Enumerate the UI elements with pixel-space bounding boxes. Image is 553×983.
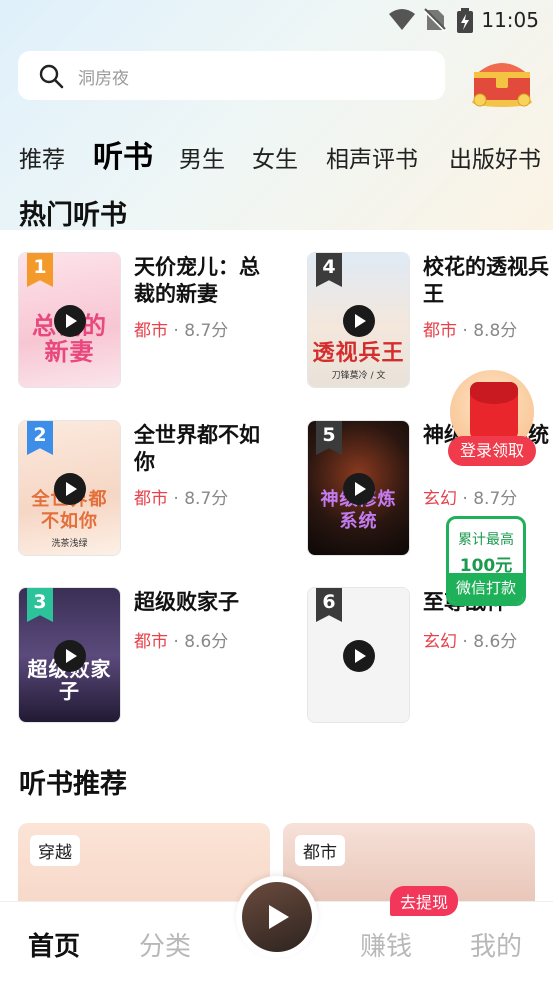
- book-title: 校花的透视兵王: [423, 255, 549, 306]
- status-time: 11:05: [481, 8, 539, 32]
- recommend-card[interactable]: 穿越: [18, 823, 270, 913]
- book-score: 8.6分: [184, 632, 229, 652]
- category-tabs: 推荐 听书 男生 女生 相声评书 出版好书: [0, 130, 553, 180]
- book-cover[interactable]: 神级修炼系统 5: [307, 420, 410, 556]
- book-meta: 都市 · 8.7分: [134, 316, 228, 341]
- nav-earn[interactable]: 赚钱: [360, 926, 412, 963]
- book-genre: 玄幻: [423, 632, 457, 652]
- book-cover[interactable]: 总裁的新妻 1: [18, 252, 121, 388]
- book-genre: 都市: [134, 489, 168, 509]
- player-cover: [242, 882, 312, 952]
- meta-separator: ·: [462, 321, 468, 341]
- search-icon: [39, 64, 64, 89]
- withdraw-badge[interactable]: 去提现: [390, 886, 459, 916]
- book-item[interactable]: 全世界都不如你 洗茶浅绿 2 全世界都不如你 都市 · 8.7分: [18, 420, 278, 560]
- nav-player-button[interactable]: [236, 876, 318, 958]
- tab-published[interactable]: 出版好书: [449, 140, 541, 174]
- recommend-tag: 穿越: [30, 835, 80, 866]
- book-genre: 都市: [423, 321, 457, 341]
- play-icon[interactable]: [343, 305, 375, 337]
- nav-home[interactable]: 首页: [28, 926, 80, 963]
- tab-male[interactable]: 男生: [179, 140, 225, 174]
- book-meta: 都市 · 8.7分: [134, 484, 228, 509]
- book-score: 8.7分: [184, 489, 229, 509]
- book-genre: 都市: [134, 321, 168, 341]
- login-reward-label[interactable]: 登录领取: [448, 436, 536, 466]
- section-title-hot: 热门听书: [19, 200, 127, 231]
- recommend-tag: 都市: [295, 835, 345, 866]
- no-sim-icon: [424, 8, 446, 32]
- wechat-payout-float[interactable]: 累计最高 100元 微信打款: [446, 516, 526, 606]
- wifi-icon: [389, 9, 415, 30]
- play-icon[interactable]: [54, 640, 86, 672]
- book-title: 天价宠儿：总裁的新妻: [134, 255, 260, 306]
- bottom-nav: 首页 分类 赚钱 我的 去提现: [0, 876, 553, 983]
- book-title: 超级败家子: [134, 590, 239, 614]
- book-item[interactable]: 6 至尊战神 玄幻 · 8.6分: [307, 587, 553, 727]
- payout-caption: 累计最高: [458, 532, 514, 548]
- book-meta: 都市 · 8.6分: [134, 627, 228, 652]
- play-icon: [269, 905, 289, 929]
- meta-separator: ·: [173, 632, 179, 652]
- cover-author: 刀锋莫冷 / 文: [331, 371, 386, 381]
- tab-audiobook[interactable]: 听书: [93, 132, 153, 176]
- section-title-recommend: 听书推荐: [19, 769, 127, 800]
- book-score: 8.7分: [473, 489, 518, 509]
- book-cover[interactable]: 超级败家子 3: [18, 587, 121, 723]
- meta-separator: ·: [462, 632, 468, 652]
- book-item[interactable]: 总裁的新妻 1 天价宠儿：总裁的新妻 都市 · 8.7分: [18, 252, 278, 392]
- meta-separator: ·: [462, 489, 468, 509]
- search-placeholder: 洞房夜: [78, 69, 129, 89]
- wechat-payout-button[interactable]: 微信打款: [449, 573, 523, 603]
- book-meta: 都市 · 8.8分: [423, 316, 517, 341]
- book-score: 8.7分: [184, 321, 229, 341]
- search-input[interactable]: 洞房夜: [18, 51, 445, 100]
- book-title: 全世界都不如你: [134, 423, 260, 474]
- tab-recommend[interactable]: 推荐: [19, 140, 65, 174]
- book-meta: 玄幻 · 8.7分: [423, 484, 517, 509]
- cover-title: 透视兵王: [312, 341, 405, 366]
- nav-mine[interactable]: 我的: [470, 926, 522, 963]
- battery-charging-icon: [457, 8, 473, 33]
- treasure-chest-icon[interactable]: [468, 50, 536, 108]
- book-cover[interactable]: 全世界都不如你 洗茶浅绿 2: [18, 420, 121, 556]
- play-icon[interactable]: [343, 640, 375, 672]
- tab-crosstalk[interactable]: 相声评书: [326, 140, 418, 174]
- book-cover[interactable]: 透视兵王 刀锋莫冷 / 文 4: [307, 252, 410, 388]
- meta-separator: ·: [173, 321, 179, 341]
- status-bar: 11:05: [0, 0, 553, 40]
- book-cover[interactable]: 6: [307, 587, 410, 723]
- play-icon[interactable]: [343, 473, 375, 505]
- meta-separator: ·: [173, 489, 179, 509]
- book-genre: 玄幻: [423, 489, 457, 509]
- login-reward-float[interactable]: 登录领取: [448, 370, 536, 466]
- book-meta: 玄幻 · 8.6分: [423, 627, 517, 652]
- book-item[interactable]: 超级败家子 3 超级败家子 都市 · 8.6分: [18, 587, 278, 727]
- play-icon[interactable]: [54, 473, 86, 505]
- book-genre: 都市: [134, 632, 168, 652]
- book-score: 8.8分: [473, 321, 518, 341]
- nav-category[interactable]: 分类: [139, 926, 191, 963]
- cover-author: 洗茶浅绿: [51, 539, 88, 549]
- tab-female[interactable]: 女生: [252, 140, 298, 174]
- book-score: 8.6分: [473, 632, 518, 652]
- play-icon[interactable]: [54, 305, 86, 337]
